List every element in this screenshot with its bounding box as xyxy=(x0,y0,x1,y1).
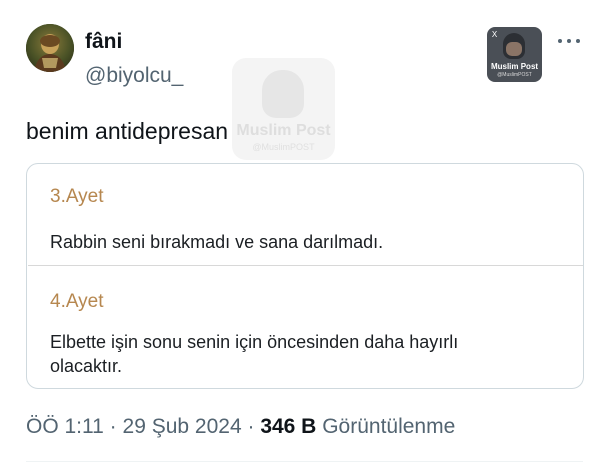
bottom-divider xyxy=(26,461,583,462)
watermark-title: Muslim Post xyxy=(236,122,331,139)
tweet-text: benim antidepresan xyxy=(26,118,229,144)
verse-text: Elbette işin sonu senin için öncesinden … xyxy=(50,332,459,376)
verse-divider xyxy=(28,265,583,266)
tweet-meta: ÖÖ 1:11 · 29 Şub 2024 · 346 B Görüntülen… xyxy=(26,414,455,440)
watermark-logo: Muslim Post @MuslimPOST xyxy=(232,58,335,160)
badge-handle: @MuslimPOST xyxy=(497,72,532,78)
badge-face xyxy=(503,33,525,59)
tweet-time[interactable]: ÖÖ 1:11 xyxy=(26,415,104,438)
views-count: 346 B xyxy=(260,415,317,438)
watermark-handle: @MuslimPOST xyxy=(252,142,315,152)
author-display-name[interactable]: fâni xyxy=(85,29,122,55)
tweet-screenshot: fâni @biyolcu_ Muslim Post @MuslimPOST X… xyxy=(0,0,599,469)
badge-title: Muslim Post xyxy=(490,62,539,71)
source-badge-logo: X Muslim Post @MuslimPOST xyxy=(487,27,542,82)
verse-heading: 4.Ayet xyxy=(50,291,104,312)
tweet-date[interactable]: 29 Şub 2024 xyxy=(123,415,242,438)
views-label: Görüntülenme xyxy=(322,415,456,438)
meta-separator: · xyxy=(109,415,117,438)
author-handle[interactable]: @biyolcu_ xyxy=(85,63,183,89)
verse-text: Rabbin seni bırakmadı ve sana darılmadı. xyxy=(50,232,384,252)
quoted-image-card[interactable]: 3.Ayet Rabbin seni bırakmadı ve sana dar… xyxy=(26,163,584,389)
avatar-photo-icon xyxy=(26,24,74,72)
meta-separator: · xyxy=(247,415,255,438)
more-options-icon[interactable] xyxy=(556,33,582,49)
author-avatar[interactable] xyxy=(26,24,74,72)
watermark-face xyxy=(262,70,304,118)
verse-heading: 3.Ayet xyxy=(50,186,104,207)
x-logo-icon: X xyxy=(491,30,498,39)
